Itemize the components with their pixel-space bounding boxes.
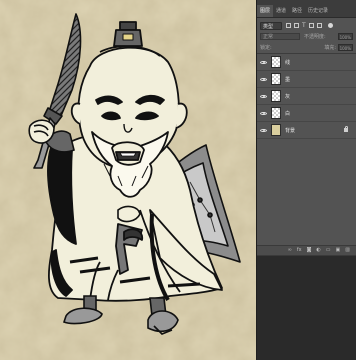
smart-object-filter-icon[interactable] — [316, 23, 322, 28]
blend-mode-select[interactable]: 正常 — [260, 33, 300, 40]
filter-toggle-icon[interactable] — [327, 23, 333, 28]
panel-tabs: 图层 通道 路径 历史记录 — [257, 0, 356, 18]
adjustment-filter-icon[interactable] — [294, 23, 299, 28]
layer-name: 白 — [285, 110, 291, 117]
layer-list: 线 墨 灰 白 背景 — [257, 54, 356, 139]
tab-layers[interactable]: 图层 — [257, 5, 274, 17]
visibility-eye-icon[interactable] — [260, 127, 267, 134]
fx-icon[interactable]: fx — [297, 248, 302, 253]
tab-paths[interactable]: 路径 — [289, 5, 305, 17]
adjustment-icon[interactable]: ◐ — [316, 248, 320, 253]
visibility-eye-icon[interactable] — [260, 93, 267, 100]
layer-name: 线 — [285, 59, 291, 66]
opacity-field[interactable]: 100% — [338, 33, 353, 40]
layer-row[interactable]: 墨 — [257, 71, 356, 88]
layer-thumbnail — [271, 73, 281, 85]
visibility-eye-icon[interactable] — [260, 110, 267, 117]
artwork-chibi-warrior — [0, 0, 256, 360]
lock-row: 锁定: 填充: 100% — [257, 42, 356, 53]
layer-name: 灰 — [285, 93, 291, 100]
trash-icon[interactable]: ▥ — [345, 248, 350, 253]
tab-history[interactable]: 历史记录 — [305, 5, 331, 17]
layer-thumbnail — [271, 107, 281, 119]
fill-field[interactable]: 100% — [338, 44, 353, 51]
pixel-filter-icon[interactable] — [286, 23, 291, 28]
fill-label: 填充: — [324, 45, 336, 51]
layers-bottom-toolbar: ∞ fx ◙ ◐ ▭ ▣ ▥ — [257, 245, 356, 256]
mask-icon[interactable]: ◙ — [307, 248, 312, 253]
link-icon[interactable]: ∞ — [288, 248, 292, 253]
tab-channels[interactable]: 通道 — [273, 5, 289, 17]
filter-kind-select[interactable]: 类型 — [260, 21, 282, 30]
lock-label: 锁定: — [260, 45, 272, 51]
layer-thumbnail — [271, 124, 281, 136]
layer-name: 背景 — [285, 127, 296, 134]
visibility-eye-icon[interactable] — [260, 59, 267, 66]
opacity-label: 不透明度: — [304, 34, 326, 40]
panel-empty-area — [257, 256, 356, 360]
group-folder-icon[interactable]: ▭ — [326, 248, 331, 253]
layer-row[interactable]: 灰 — [257, 88, 356, 105]
document-canvas[interactable] — [0, 0, 256, 360]
type-filter-icon[interactable]: T — [302, 23, 306, 29]
layer-thumbnail — [271, 56, 281, 68]
shape-filter-icon[interactable] — [308, 23, 314, 28]
layer-thumbnail — [271, 90, 281, 102]
lock-icon — [344, 126, 348, 132]
new-layer-icon[interactable]: ▣ — [336, 248, 341, 253]
layer-row-background[interactable]: 背景 — [257, 122, 356, 139]
layer-name: 墨 — [285, 76, 291, 83]
layers-panel: 图层 通道 路径 历史记录 类型 T 正常 不透明度: 100% 锁定: 填充:… — [256, 0, 356, 360]
visibility-eye-icon[interactable] — [260, 76, 267, 83]
blend-row: 正常 不透明度: 100% — [257, 31, 356, 42]
layer-row[interactable]: 线 — [257, 54, 356, 71]
filter-row: 类型 T — [257, 20, 356, 31]
layer-row[interactable]: 白 — [257, 105, 356, 122]
